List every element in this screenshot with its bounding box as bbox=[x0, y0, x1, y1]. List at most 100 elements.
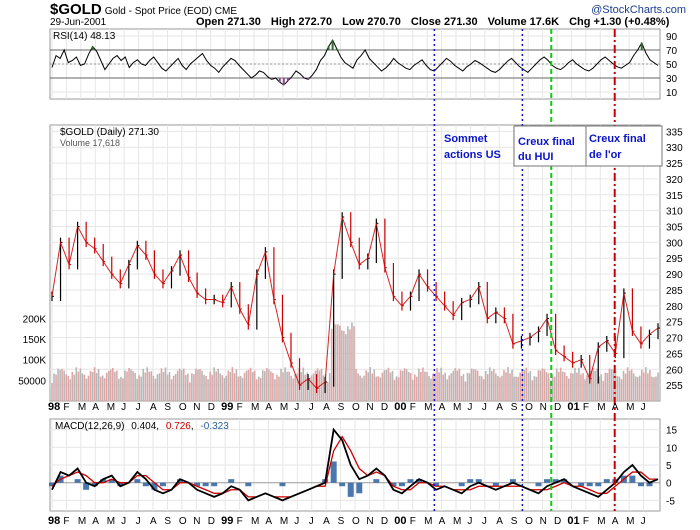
volume-bar bbox=[371, 373, 374, 401]
volume-bar bbox=[63, 370, 65, 401]
volume-bar bbox=[393, 379, 396, 401]
volume-bar bbox=[399, 370, 402, 401]
x-tick-label: A bbox=[612, 516, 619, 527]
volume-bar bbox=[61, 368, 63, 401]
x-tick-label: J bbox=[309, 402, 314, 413]
volume-bar bbox=[77, 371, 80, 401]
volume-bar bbox=[209, 371, 211, 401]
volume-bar bbox=[657, 372, 659, 401]
volume-bar bbox=[330, 328, 333, 401]
volume-bar bbox=[655, 376, 657, 401]
macd-histogram-bar bbox=[245, 482, 252, 487]
x-tick-label: J bbox=[136, 516, 141, 527]
volume-bar bbox=[150, 371, 153, 401]
volume-bar bbox=[124, 370, 126, 401]
volume-bar bbox=[436, 367, 438, 401]
x-tick-label: 01 bbox=[567, 515, 579, 527]
volume-bar bbox=[284, 367, 286, 401]
volume-bar bbox=[401, 370, 404, 401]
volume-bar bbox=[122, 378, 124, 401]
x-tick-label: M bbox=[626, 516, 634, 527]
volume-bar bbox=[79, 368, 82, 401]
volume-bar bbox=[89, 370, 92, 401]
macd-histogram-bar bbox=[142, 482, 149, 487]
volume-bar bbox=[533, 376, 536, 401]
volume-bar bbox=[195, 368, 197, 401]
annotation-hui-line2: du HUI bbox=[518, 151, 553, 163]
volume-bar bbox=[57, 368, 59, 401]
volume-bar bbox=[389, 372, 392, 401]
macd-histogram-bar bbox=[535, 482, 542, 487]
volume-bar bbox=[365, 370, 367, 401]
volume-bar bbox=[107, 370, 110, 401]
volume-bar bbox=[529, 371, 532, 401]
volume-bar bbox=[377, 376, 380, 401]
volume-bar bbox=[359, 375, 361, 401]
x-tick-label: F bbox=[410, 516, 416, 527]
volume-bar bbox=[361, 377, 363, 401]
volume-bar bbox=[69, 379, 72, 401]
volume-bar bbox=[513, 376, 515, 401]
macd-histogram-bar bbox=[398, 482, 405, 487]
volume-bar bbox=[276, 374, 278, 401]
volume-bar bbox=[618, 376, 621, 401]
volume-bar bbox=[355, 368, 357, 401]
volume-bar bbox=[251, 372, 254, 401]
volume-bar bbox=[272, 372, 274, 401]
x-tick-label: A bbox=[265, 516, 272, 527]
volume-bar bbox=[280, 368, 282, 401]
volume-bar bbox=[189, 382, 191, 401]
x-tick-label: A bbox=[92, 516, 99, 527]
x-tick-label: M bbox=[597, 516, 605, 527]
volume-bar bbox=[302, 367, 305, 401]
annotation-gold-line1: Creux final bbox=[589, 133, 646, 145]
volume-bar bbox=[211, 374, 213, 401]
volume-bar bbox=[578, 367, 580, 401]
rsi-tick-label: 10 bbox=[666, 88, 678, 99]
volume-bar bbox=[148, 371, 151, 401]
volume-bar bbox=[426, 371, 428, 401]
volume-bar bbox=[217, 368, 219, 401]
volume-bar bbox=[403, 368, 406, 401]
volume-bar bbox=[162, 371, 165, 401]
volume-bar bbox=[338, 325, 341, 401]
x-tick-label: M bbox=[626, 402, 634, 413]
volume-bar bbox=[474, 369, 477, 401]
volume-bar bbox=[563, 372, 566, 401]
x-tick-label: J bbox=[467, 516, 472, 527]
x-tick-label: M bbox=[78, 402, 86, 413]
volume-bar bbox=[464, 381, 467, 401]
price-tick-label: 335 bbox=[666, 127, 683, 138]
x-tick-label: M bbox=[251, 516, 259, 527]
volume-bar bbox=[53, 373, 55, 401]
x-tick-label: 01 bbox=[567, 401, 579, 413]
volume-bar bbox=[537, 370, 540, 401]
macd-histogram-bar bbox=[373, 479, 380, 483]
volume-bar bbox=[452, 370, 455, 401]
volume-bar bbox=[274, 379, 276, 401]
macd-legend-label: MACD(12,26,9) bbox=[55, 421, 124, 432]
x-tick-label: S bbox=[338, 516, 345, 527]
volume-bar bbox=[91, 371, 94, 401]
volume-bar bbox=[322, 375, 325, 401]
volume-bar bbox=[491, 371, 493, 401]
volume-bar bbox=[55, 374, 57, 401]
volume-bar bbox=[257, 376, 260, 401]
x-tick-label: M bbox=[453, 402, 461, 413]
macd-histogram-bar bbox=[134, 479, 141, 483]
volume-bar bbox=[328, 373, 331, 401]
chart-root: $GOLD Gold - Spot Price (EOD) CME 29-Jun… bbox=[0, 0, 700, 530]
volume-bar bbox=[290, 375, 292, 401]
volume-bar bbox=[480, 376, 483, 401]
x-tick-label: M bbox=[107, 402, 115, 413]
volume-bar bbox=[229, 372, 232, 401]
volume-bar bbox=[405, 369, 408, 401]
volume-bar bbox=[223, 378, 226, 401]
volume-bar bbox=[59, 369, 61, 401]
volume-bar bbox=[101, 375, 104, 401]
volume-bar bbox=[484, 371, 487, 401]
volume-bar bbox=[594, 370, 596, 401]
volume-bar bbox=[336, 324, 339, 401]
volume-bar bbox=[87, 375, 90, 401]
macd-histogram-bar bbox=[347, 482, 354, 497]
